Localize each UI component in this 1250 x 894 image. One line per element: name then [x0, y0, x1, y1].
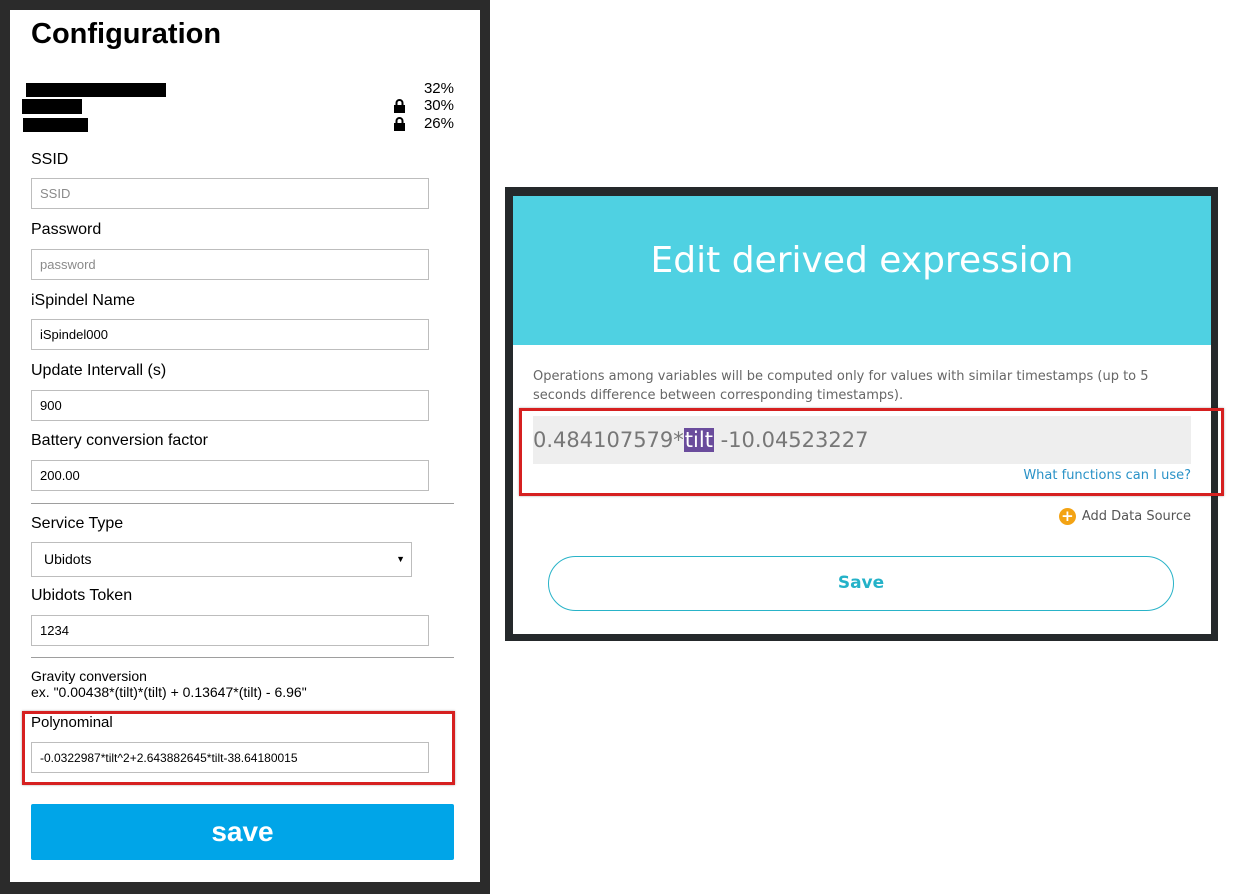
interval-label: Update Intervall (s) — [31, 362, 167, 379]
lock-icon — [394, 99, 405, 113]
password-input[interactable] — [31, 249, 429, 280]
dialog-info-text: Operations among variables will be compu… — [533, 369, 1149, 403]
network-signal: 30% — [423, 97, 454, 114]
gravity-help: Gravity conversion ex. "0.00438*(tilt)*(… — [31, 668, 307, 700]
add-data-source-label: Add Data Source — [1081, 509, 1191, 524]
network-name-redacted[interactable] — [22, 99, 82, 114]
battery-label: Battery conversion factor — [31, 432, 208, 449]
service-type-select[interactable]: Ubidots ▼ — [31, 542, 412, 577]
highlight-box — [22, 711, 455, 785]
token-input[interactable] — [31, 615, 429, 646]
highlight-box — [519, 408, 1224, 496]
ssid-label: SSID — [31, 151, 69, 168]
plus-circle-icon: + — [1058, 508, 1076, 525]
save-button[interactable]: save — [31, 804, 454, 860]
service-type-label: Service Type — [31, 515, 124, 532]
gravity-example: ex. "0.00438*(tilt)*(tilt) + 0.13647*(ti… — [31, 684, 307, 700]
token-label: Ubidots Token — [31, 587, 133, 604]
config-window: Configuration 32% 30% 26% SSID Password — [0, 0, 490, 894]
dialog-save-button[interactable]: Save — [548, 556, 1174, 611]
password-label: Password — [31, 221, 102, 238]
service-type-value: Ubidots — [44, 551, 92, 567]
battery-input[interactable] — [31, 460, 429, 491]
divider — [31, 657, 454, 658]
lock-icon — [394, 117, 405, 131]
network-name-redacted[interactable] — [23, 118, 88, 132]
dialog-title: Edit derived expression — [650, 240, 1074, 281]
gravity-label: Gravity conversion — [31, 668, 147, 684]
name-input[interactable] — [31, 319, 429, 350]
chevron-down-icon: ▼ — [396, 554, 405, 564]
network-signal: 26% — [423, 115, 454, 132]
divider — [31, 503, 454, 504]
interval-input[interactable] — [31, 390, 429, 421]
network-signal: 32% — [423, 80, 454, 97]
dialog-header: Edit derived expression — [513, 196, 1211, 345]
network-name-redacted[interactable] — [26, 83, 166, 97]
page-title: Configuration — [31, 18, 222, 50]
config-page: Configuration 32% 30% 26% SSID Password — [10, 10, 480, 882]
name-label: iSpindel Name — [31, 292, 136, 309]
ssid-input[interactable] — [31, 178, 429, 209]
add-data-source-button[interactable]: + Add Data Source — [1058, 508, 1191, 525]
